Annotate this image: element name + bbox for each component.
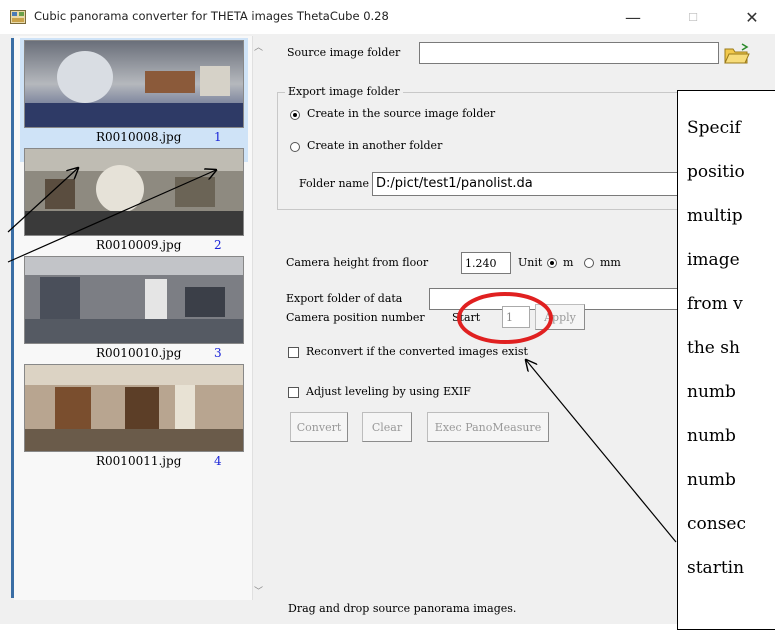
- thumbnail-filename: R0010009.jpg: [96, 238, 182, 252]
- unit-mm-label: mm: [600, 256, 621, 269]
- start-number-input[interactable]: 1: [502, 306, 530, 328]
- scroll-down-icon[interactable]: ﹀: [254, 584, 266, 597]
- thumbnail-filename: R0010008.jpg: [96, 130, 182, 144]
- folder-name-label: Folder name: [299, 177, 370, 190]
- scroll-up-icon[interactable]: ︿: [254, 40, 266, 53]
- annotation-line: Specif: [687, 118, 741, 138]
- annotation-line: numb: [687, 426, 736, 446]
- thumbnail-image[interactable]: [24, 364, 244, 452]
- folder-name-input[interactable]: D:/pict/test1/panolist.da: [372, 172, 692, 196]
- annotation-line: the sh: [687, 338, 740, 358]
- start-label: Start: [452, 311, 481, 324]
- unit-m-label: m: [563, 256, 574, 269]
- folder-open-icon[interactable]: [722, 42, 750, 66]
- annotation-line: image: [687, 250, 740, 270]
- source-folder-input[interactable]: [419, 42, 719, 64]
- radio-another-folder-label: Create in another folder: [307, 139, 443, 152]
- camera-height-input[interactable]: 1.240: [461, 252, 511, 274]
- window-title: Cubic panorama converter for THETA image…: [34, 9, 389, 23]
- annotation-line: consec: [687, 514, 747, 534]
- leveling-checkbox[interactable]: [288, 387, 299, 398]
- thumbnail-number: 3: [214, 346, 222, 360]
- thumbnail-list[interactable]: R0010008.jpg 1 R0010009.jpg 2 R0010010.j…: [14, 36, 253, 600]
- thumbnail-filename: R0010010.jpg: [96, 346, 182, 360]
- exec-panomeasure-button[interactable]: Exec PanoMeasure: [427, 412, 549, 442]
- annotation-line: numb: [687, 382, 736, 402]
- radio-source-folder-label: Create in the source image folder: [307, 107, 496, 120]
- source-folder-label: Source image folder: [287, 46, 401, 59]
- radio-another-folder[interactable]: [290, 142, 300, 152]
- unit-label: Unit: [518, 256, 543, 269]
- minimize-button[interactable]: —: [610, 0, 656, 34]
- close-button[interactable]: ✕: [729, 0, 775, 34]
- camera-height-label: Camera height from floor: [286, 256, 429, 269]
- maximize-button[interactable]: ☐: [670, 0, 716, 34]
- leveling-label: Adjust leveling by using EXIF: [306, 385, 471, 398]
- annotation-line: from v: [687, 294, 743, 314]
- annotation-line: multip: [687, 206, 743, 226]
- thumbnail-image[interactable]: [24, 40, 244, 128]
- thumbnail-number: 2: [214, 238, 222, 252]
- radio-unit-mm[interactable]: [584, 258, 594, 268]
- annotation-box: Specif positio multip image from v the s…: [677, 90, 775, 630]
- reconvert-checkbox[interactable]: [288, 347, 299, 358]
- radio-unit-m[interactable]: [547, 258, 557, 268]
- radio-source-folder[interactable]: [290, 110, 300, 120]
- app-icon: [10, 10, 26, 24]
- annotation-line: numb: [687, 470, 736, 490]
- thumbnail-number: 4: [214, 454, 222, 468]
- export-group-title: Export image folder: [285, 85, 403, 98]
- convert-button[interactable]: Convert: [290, 412, 348, 442]
- export-data-folder-label: Export folder of data: [286, 292, 403, 305]
- thumbnail-filename: R0010011.jpg: [96, 454, 182, 468]
- thumbnail-number: 1: [214, 130, 222, 144]
- status-text: Drag and drop source panorama images.: [288, 602, 517, 615]
- thumbnail-image[interactable]: [24, 148, 244, 236]
- camera-position-label: Camera position number: [286, 311, 425, 324]
- reconvert-label: Reconvert if the converted images exist: [306, 345, 528, 358]
- thumbnail-image[interactable]: [24, 256, 244, 344]
- apply-button[interactable]: Apply: [535, 304, 585, 330]
- annotation-line: positio: [687, 162, 745, 182]
- clear-button[interactable]: Clear: [362, 412, 412, 442]
- annotation-line: startin: [687, 558, 745, 578]
